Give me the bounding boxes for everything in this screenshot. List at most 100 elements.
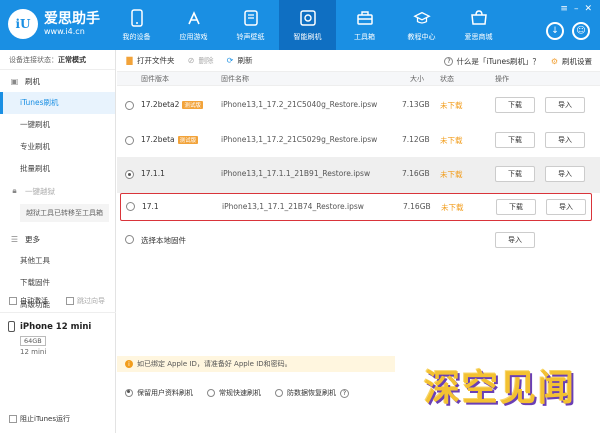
store-icon	[470, 9, 488, 27]
download-button[interactable]: 下载	[495, 132, 535, 148]
firmware-version: 17.2beta2	[141, 100, 180, 109]
mode-label: 保留用户资料刷机	[137, 389, 193, 397]
nav-store[interactable]: 爱思商城	[450, 0, 507, 50]
import-local-button[interactable]: 导入	[495, 232, 535, 248]
firmware-radio[interactable]	[126, 202, 135, 211]
download-icon[interactable]: ↓	[546, 22, 564, 40]
appstore-icon	[185, 9, 203, 27]
firmware-radio[interactable]	[125, 101, 134, 110]
minimize-icon[interactable]: –	[574, 4, 579, 14]
capacity-badge: 64GB	[20, 336, 46, 346]
refresh-label: 刷新	[237, 56, 253, 65]
info-bar: i 如已绑定 Apple ID，请准备好 Apple ID和密码。	[117, 356, 395, 372]
section-more[interactable]: ☰ 更多	[0, 228, 115, 250]
local-firmware-row[interactable]: 选择本地固件 导入	[117, 223, 600, 257]
beta-badge: 测试版	[182, 101, 203, 109]
help-label: 什么是「iTunes刷机」？	[456, 56, 540, 66]
nav-tutorials[interactable]: 教程中心	[393, 0, 450, 50]
download-button[interactable]: 下载	[495, 97, 535, 113]
open-folder-button[interactable]: ▇ 打开文件夹	[125, 55, 175, 66]
toolbar: ▇ 打开文件夹 ⊘ 删除 ⟳ 刷新 ? 什么是「iTunes刷机」？ ⚙ 刷机设…	[117, 50, 600, 72]
firmware-name: iPhone13,1_17.1_21B74_Restore.ipsw	[222, 202, 364, 211]
block-itunes-checkbox[interactable]: 阻止iTunes运行	[9, 414, 70, 424]
ringtone-icon	[242, 9, 260, 27]
download-button[interactable]: 下载	[496, 199, 536, 215]
sidebar-item-itunes-flash[interactable]: iTunes刷机	[0, 92, 115, 114]
firmware-radio[interactable]	[125, 136, 134, 145]
skip-guide-checkbox[interactable]: 跳过向导	[66, 296, 105, 306]
mode-radio[interactable]	[125, 389, 133, 397]
beta-badge: 测试版	[177, 136, 199, 144]
import-button[interactable]: 导入	[545, 166, 585, 182]
list-icon: ☰	[10, 234, 19, 244]
status-label: 设备连接状态：	[9, 56, 58, 64]
nav-label: 智能刷机	[293, 32, 322, 41]
sidebar-item-pro-flash[interactable]: 专业刷机	[0, 136, 115, 158]
sidebar-item-one-click-flash[interactable]: 一键刷机	[0, 114, 115, 136]
nav-label: 教程中心	[407, 32, 436, 41]
nav-my-device[interactable]: 我的设备	[108, 0, 165, 50]
auto-activate-checkbox[interactable]: 自动激活	[9, 296, 48, 306]
firmware-size: 7.16GB	[403, 202, 431, 211]
user-icon[interactable]: ☺	[572, 22, 590, 40]
connection-status: 设备连接状态：正常模式	[0, 50, 115, 70]
section-jailbreak[interactable]: 🔒︎ 一键越狱	[0, 180, 115, 202]
nav-apps[interactable]: 应用游戏	[165, 0, 222, 50]
tutorial-icon	[412, 9, 431, 27]
help-link[interactable]: ? 什么是「iTunes刷机」？	[444, 56, 540, 67]
lock-icon: 🔒︎	[12, 186, 17, 195]
import-button[interactable]: 导入	[545, 132, 585, 148]
firmware-radio[interactable]	[125, 170, 134, 179]
block-itunes-label: 阻止iTunes运行	[20, 415, 70, 423]
mode-quick[interactable]: 常规快速刷机	[207, 388, 261, 398]
import-button[interactable]: 导入	[545, 97, 585, 113]
mode-keep-data[interactable]: 保留用户资料刷机	[125, 388, 193, 398]
col-name: 固件名称	[221, 74, 249, 83]
close-icon[interactable]: ✕	[584, 4, 592, 14]
watermark-text: 深空见闻	[423, 368, 576, 409]
flash-settings-button[interactable]: ⚙ 刷机设置	[550, 56, 592, 67]
question-icon: ?	[444, 56, 454, 66]
flash-icon	[299, 9, 317, 27]
info-text: 如已绑定 Apple ID，请准备好 Apple ID和密码。	[137, 360, 292, 368]
phone-icon	[8, 321, 15, 332]
delete-button[interactable]: ⊘ 删除	[187, 55, 214, 66]
watermark: 深空见闻	[400, 355, 600, 415]
top-bar: iU 爱思助手 www.i4.cn 我的设备 应用游戏 铃声壁纸 智能刷机 工具…	[0, 0, 600, 50]
mode-anti-recovery[interactable]: 防数据恢复刷机?	[275, 388, 352, 398]
mode-radio[interactable]	[207, 389, 215, 397]
question-icon[interactable]: ?	[340, 388, 349, 398]
firmware-radio[interactable]	[125, 235, 134, 244]
firmware-version: 17.1.1	[141, 169, 165, 178]
section-label: 一键越狱	[25, 186, 55, 196]
local-firmware-label: 选择本地固件	[141, 236, 186, 245]
sidebar-options: 自动激活 跳过向导	[9, 296, 105, 306]
nav-smart-flash[interactable]: 智能刷机	[279, 0, 336, 50]
col-action: 操作	[495, 74, 509, 83]
section-flash[interactable]: ▣ 刷机	[0, 70, 115, 92]
mode-radio[interactable]	[275, 389, 283, 397]
download-button[interactable]: 下载	[495, 166, 535, 182]
mode-label: 防数据恢复刷机	[287, 389, 336, 397]
firmware-status: 未下载	[440, 170, 463, 179]
firmware-row-selected[interactable]: 17.1.1 iPhone13,1_17.1.1_21B91_Restore.i…	[117, 157, 600, 193]
firmware-row[interactable]: 17.2beta2 测试版 iPhone13,1_17.2_21C5040g_Re…	[117, 88, 600, 124]
open-folder-label: 打开文件夹	[137, 56, 175, 65]
nav-ringtones[interactable]: 铃声壁纸	[222, 0, 279, 50]
menu-icon[interactable]: ≡	[560, 4, 568, 14]
firmware-row[interactable]: 17.2beta 测试版 iPhone13,1_17.2_21C5029g_Res…	[117, 123, 600, 159]
flash-section-icon: ▣	[10, 76, 19, 86]
nav-toolbox[interactable]: 工具箱	[336, 0, 393, 50]
refresh-icon: ⟳	[226, 56, 234, 65]
sidebar-item-other-tools[interactable]: 其他工具	[0, 250, 115, 272]
mode-label: 常规快速刷机	[219, 389, 261, 397]
sidebar-item-batch-flash[interactable]: 批量刷机	[0, 158, 115, 180]
app-logo: iU 爱思助手 www.i4.cn	[8, 9, 100, 39]
section-label: 更多	[25, 234, 40, 244]
refresh-button[interactable]: ⟳ 刷新	[226, 55, 253, 66]
logo-badge: iU	[8, 9, 38, 39]
sidebar-item-download-firmware[interactable]: 下载固件	[0, 272, 115, 294]
firmware-row-highlighted[interactable]: 17.1 iPhone13,1_17.1_21B74_Restore.ipsw …	[120, 193, 592, 221]
device-model: 12 mini	[20, 348, 47, 356]
import-button[interactable]: 导入	[546, 199, 586, 215]
